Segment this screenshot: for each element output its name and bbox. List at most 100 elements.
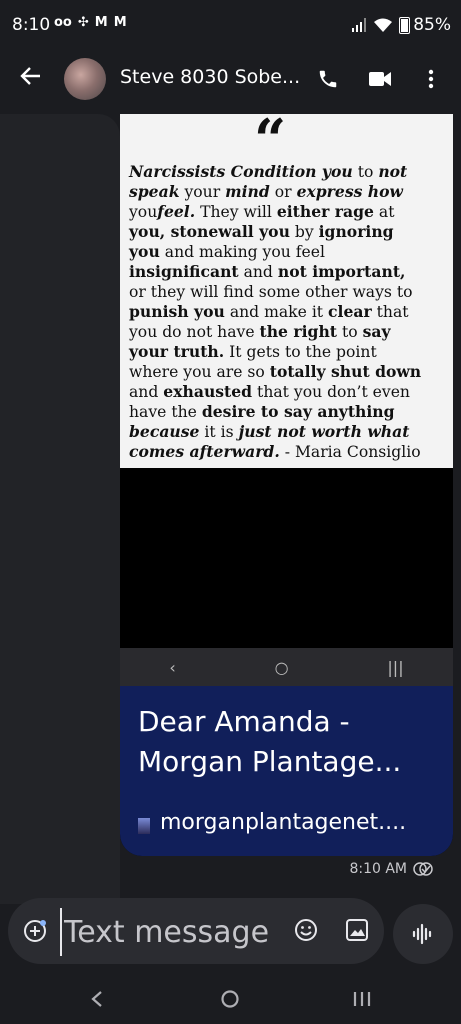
nav-back-icon[interactable] xyxy=(80,985,114,1013)
quote-line: and exhausted that you don’t even xyxy=(129,382,447,402)
video-icon[interactable] xyxy=(365,64,395,94)
quote-segment: ignoring xyxy=(318,222,394,241)
quote-segment: speak xyxy=(129,182,180,201)
quote-segment: clear xyxy=(328,302,372,321)
quote-segment: and xyxy=(129,383,164,401)
link-title[interactable]: Dear Amanda - Morgan Plantage... xyxy=(138,702,443,782)
link-title-line2: Morgan Plantage... xyxy=(138,745,402,778)
quote-line: youfeel. They will either rage at xyxy=(129,202,447,222)
pinwheel-icon: ✣ xyxy=(77,15,89,30)
quote-segment: that you don’t even xyxy=(252,383,410,401)
message-timestamp: 8:10 AM xyxy=(349,861,433,877)
status-time: 8:10 xyxy=(12,15,51,35)
quote-segment: by xyxy=(289,223,319,241)
gmail-icon: M xyxy=(94,15,108,30)
quote-segment: where you are so xyxy=(129,363,270,381)
voicemail-icon: oo xyxy=(54,15,72,30)
quote-segment: it is xyxy=(199,423,239,441)
quote-line: you and making you feel xyxy=(129,242,447,262)
quote-segment: and xyxy=(238,263,278,281)
circle-icon: ○ xyxy=(274,657,289,677)
quote-segment: at xyxy=(373,203,395,221)
quote-segment: - Maria Consiglio xyxy=(279,443,421,461)
quote-segment: mind xyxy=(225,182,270,201)
text-message-input[interactable] xyxy=(60,908,296,956)
link-title-line1: Dear Amanda - xyxy=(138,705,350,738)
thread-background xyxy=(0,114,120,904)
gallery-icon[interactable] xyxy=(344,917,370,947)
quote-segment: to xyxy=(352,163,379,181)
quote-segment: the right xyxy=(259,322,337,341)
quote-segment: exhausted xyxy=(163,382,253,401)
link-preview-card[interactable]: Dear Amanda - Morgan Plantage... morganp… xyxy=(120,686,453,856)
quote-line: Narcissists Condition you to not xyxy=(129,162,447,182)
quote-segment: you do not have xyxy=(129,323,260,341)
more-vertical-icon[interactable] xyxy=(416,64,446,94)
signal-icon xyxy=(352,18,367,32)
site-favicon-icon xyxy=(138,818,150,834)
quote-segment: and making you feel xyxy=(159,243,325,261)
screenshot-nav-bar: ‹ ○ ||| xyxy=(120,648,453,686)
quote-segment: It gets to the point xyxy=(224,343,377,361)
delivered-check-icon xyxy=(413,862,433,876)
quote-segment: your xyxy=(179,183,226,201)
quote-mark: “ xyxy=(254,114,287,173)
link-domain: morganplantagenet.... xyxy=(160,810,407,835)
arrow-left-icon[interactable] xyxy=(16,64,46,94)
chevron-left-icon: ‹ xyxy=(169,657,176,677)
notification-icons: oo ✣ M M xyxy=(54,15,127,30)
quote-segment: They will xyxy=(195,203,277,221)
quote-segment: say xyxy=(362,322,391,341)
quote-line: because it is just not worth what xyxy=(129,422,447,442)
add-circle-icon[interactable] xyxy=(22,918,48,948)
battery-icon xyxy=(399,16,411,34)
quote-line: have the desire to say anything xyxy=(129,402,447,422)
voice-waveform-icon[interactable] xyxy=(393,904,453,964)
nav-home-icon[interactable] xyxy=(213,985,247,1013)
quote-segment: you xyxy=(129,242,160,261)
image-black-area xyxy=(120,468,453,648)
quote-segment: desire to say anything xyxy=(201,402,395,421)
quote-segment: or xyxy=(269,183,297,201)
wifi-icon xyxy=(374,18,393,32)
avatar[interactable] xyxy=(64,58,106,100)
quote-segment: punish you xyxy=(129,302,225,321)
quote-segment: you, stonewall you xyxy=(129,222,290,241)
quote-segment: because xyxy=(129,422,200,441)
quote-segment: feel. xyxy=(157,202,196,221)
quote-segment: you xyxy=(129,203,158,221)
battery-percent: 85% xyxy=(413,15,451,35)
quote-line: you do not have the right to say xyxy=(129,322,447,342)
quote-line: speak your mind or express how xyxy=(129,182,447,202)
quote-segment: and make it xyxy=(224,303,329,321)
contact-name[interactable]: Steve 8030 Sobe... xyxy=(120,66,305,88)
quote-line: your truth. It gets to the point xyxy=(129,342,447,362)
quote-segment: either rage xyxy=(276,202,374,221)
quote-segment: or they will find some other ways to xyxy=(129,283,413,301)
quote-segment: insignificant xyxy=(129,262,239,281)
timestamp-text: 8:10 AM xyxy=(349,861,407,877)
quote-segment: comes afterward. xyxy=(129,442,280,461)
gmail-icon: M xyxy=(113,15,127,30)
quote-segment: totally shut down xyxy=(269,362,422,381)
quote-line: where you are so totally shut down xyxy=(129,362,447,382)
phone-icon[interactable] xyxy=(313,64,343,94)
quote-segment: your truth. xyxy=(129,342,225,361)
message-bubble[interactable]: “ Narcissists Condition you to not speak … xyxy=(120,114,453,856)
quote-segment: express how xyxy=(296,182,403,201)
quote-text: Narcissists Condition you to not speak yo… xyxy=(129,162,447,462)
nav-recents-icon[interactable] xyxy=(345,985,379,1013)
message-list[interactable]: “ Narcissists Condition you to not speak … xyxy=(0,114,461,904)
quote-segment: just not worth what xyxy=(238,422,410,441)
quote-line: punish you and make it clear that xyxy=(129,302,447,322)
emoji-icon[interactable] xyxy=(293,917,319,947)
quote-line: or they will find some other ways to xyxy=(129,282,447,302)
quote-line: insignificant and not important, xyxy=(129,262,447,282)
quote-segment: not xyxy=(378,162,408,181)
quote-segment: not important, xyxy=(277,262,406,281)
quote-segment: Narcissists Condition you xyxy=(129,162,353,181)
quote-image[interactable]: “ Narcissists Condition you to not speak … xyxy=(120,114,453,468)
conversation-header: Steve 8030 Sobe... xyxy=(0,54,461,106)
system-navigation-bar xyxy=(0,975,461,1024)
recents-icon: ||| xyxy=(387,657,404,677)
